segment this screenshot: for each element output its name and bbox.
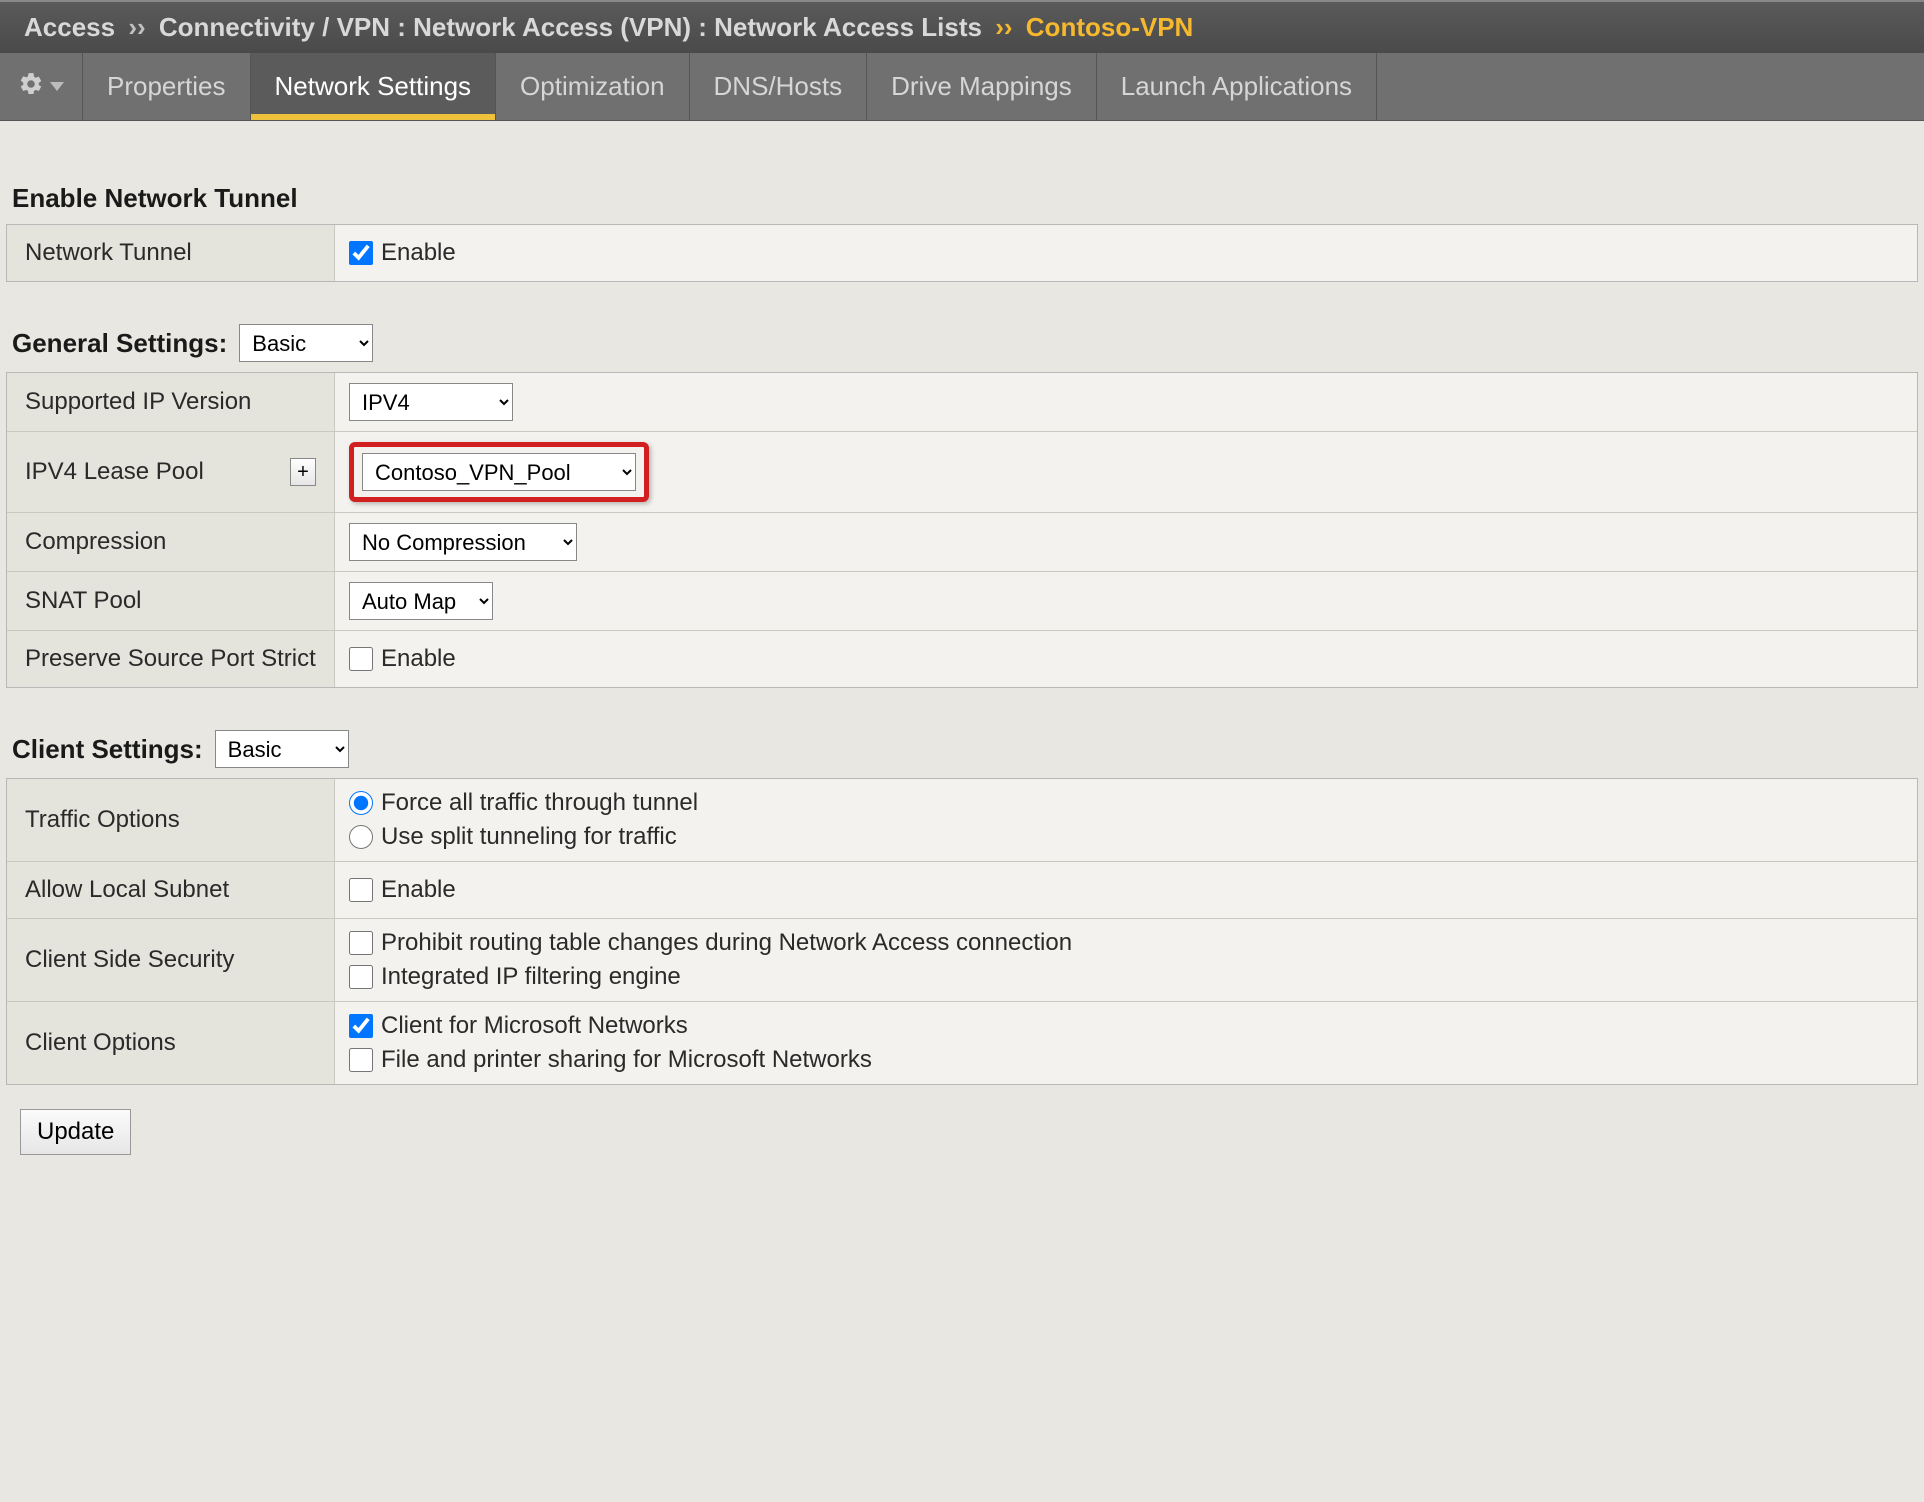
compression-select[interactable]: No Compression bbox=[349, 523, 577, 561]
row-client-options: Client Options Client for Microsoft Netw… bbox=[7, 1001, 1917, 1084]
ip-filter-label: Integrated IP filtering engine bbox=[381, 963, 681, 991]
tab-launch-applications[interactable]: Launch Applications bbox=[1097, 53, 1377, 120]
checkbox-wrapper[interactable]: Prohibit routing table changes during Ne… bbox=[349, 929, 1903, 957]
ms-networks-label: Client for Microsoft Networks bbox=[381, 1012, 688, 1040]
checkbox-wrapper[interactable]: Client for Microsoft Networks bbox=[349, 1012, 1903, 1040]
update-button[interactable]: Update bbox=[20, 1109, 131, 1155]
row-allow-local: Allow Local Subnet Enable bbox=[7, 861, 1917, 918]
table-general-settings: Supported IP Version IPV4 IPV4 Lease Poo… bbox=[6, 372, 1918, 688]
file-printer-label: File and printer sharing for Microsoft N… bbox=[381, 1046, 872, 1074]
label-network-tunnel: Network Tunnel bbox=[7, 225, 335, 281]
file-printer-checkbox[interactable] bbox=[349, 1048, 373, 1072]
radio-wrapper[interactable]: Force all traffic through tunnel bbox=[349, 789, 1903, 817]
label-client-security: Client Side Security bbox=[7, 919, 335, 1001]
row-client-security: Client Side Security Prohibit routing ta… bbox=[7, 918, 1917, 1001]
ip-filter-checkbox[interactable] bbox=[349, 965, 373, 989]
preserve-port-checkbox-label: Enable bbox=[381, 645, 456, 673]
table-client-settings: Traffic Options Force all traffic throug… bbox=[6, 778, 1918, 1085]
section-title-client: Client Settings: bbox=[12, 734, 203, 765]
section-title-general: General Settings: bbox=[12, 328, 227, 359]
breadcrumb: Access ›› Connectivity / VPN : Network A… bbox=[0, 0, 1924, 53]
prohibit-routing-label: Prohibit routing table changes during Ne… bbox=[381, 929, 1072, 957]
ip-version-select[interactable]: IPV4 bbox=[349, 383, 513, 421]
checkbox-wrapper[interactable]: File and printer sharing for Microsoft N… bbox=[349, 1046, 1903, 1074]
row-lease-pool: IPV4 Lease Pool + Contoso_VPN_Pool bbox=[7, 431, 1917, 512]
lease-pool-select[interactable]: Contoso_VPN_Pool bbox=[362, 453, 636, 491]
label-compression: Compression bbox=[7, 513, 335, 571]
row-network-tunnel: Network Tunnel Enable bbox=[7, 225, 1917, 281]
table-enable-tunnel: Network Tunnel Enable bbox=[6, 224, 1918, 282]
snat-pool-select[interactable]: Auto Map bbox=[349, 582, 493, 620]
breadcrumb-leaf[interactable]: Contoso-VPN bbox=[1026, 12, 1194, 42]
prohibit-routing-checkbox[interactable] bbox=[349, 931, 373, 955]
allow-local-checkbox-label: Enable bbox=[381, 876, 456, 904]
label-client-options: Client Options bbox=[7, 1002, 335, 1084]
row-ip-version: Supported IP Version IPV4 bbox=[7, 373, 1917, 431]
traffic-split-label: Use split tunneling for traffic bbox=[381, 823, 677, 851]
tab-dns-hosts[interactable]: DNS/Hosts bbox=[690, 53, 868, 120]
network-tunnel-checkbox-label: Enable bbox=[381, 239, 456, 267]
tab-drive-mappings[interactable]: Drive Mappings bbox=[867, 53, 1097, 120]
label-ip-version: Supported IP Version bbox=[7, 373, 335, 431]
breadcrumb-sep-icon: ›› bbox=[128, 12, 145, 42]
row-snat-pool: SNAT Pool Auto Map bbox=[7, 571, 1917, 630]
tab-network-settings[interactable]: Network Settings bbox=[251, 53, 497, 120]
content: Enable Network Tunnel Network Tunnel Ena… bbox=[0, 121, 1924, 1175]
traffic-split-radio[interactable] bbox=[349, 825, 373, 849]
client-mode-select[interactable]: Basic bbox=[215, 730, 349, 768]
label-allow-local: Allow Local Subnet bbox=[7, 862, 335, 918]
settings-menu-button[interactable] bbox=[0, 53, 83, 120]
row-preserve-port: Preserve Source Port Strict Enable bbox=[7, 630, 1917, 687]
traffic-force-label: Force all traffic through tunnel bbox=[381, 789, 698, 817]
checkbox-wrapper[interactable]: Enable bbox=[349, 239, 1903, 267]
label-preserve-port: Preserve Source Port Strict bbox=[7, 631, 335, 687]
label-lease-pool: IPV4 Lease Pool bbox=[25, 458, 204, 486]
checkbox-wrapper[interactable]: Enable bbox=[349, 876, 1903, 904]
checkbox-wrapper[interactable]: Integrated IP filtering engine bbox=[349, 963, 1903, 991]
gear-icon bbox=[18, 71, 44, 103]
row-traffic-options: Traffic Options Force all traffic throug… bbox=[7, 779, 1917, 861]
section-title-enable-tunnel: Enable Network Tunnel bbox=[12, 183, 1918, 214]
chevron-down-icon bbox=[50, 82, 64, 91]
highlight-box: Contoso_VPN_Pool bbox=[349, 442, 649, 502]
add-lease-pool-button[interactable]: + bbox=[290, 458, 316, 486]
traffic-force-radio[interactable] bbox=[349, 791, 373, 815]
breadcrumb-sep-icon: ›› bbox=[995, 12, 1012, 42]
tab-optimization[interactable]: Optimization bbox=[496, 53, 690, 120]
tabs-bar: Properties Network Settings Optimization… bbox=[0, 53, 1924, 121]
checkbox-wrapper[interactable]: Enable bbox=[349, 645, 1903, 673]
allow-local-checkbox[interactable] bbox=[349, 878, 373, 902]
network-tunnel-checkbox[interactable] bbox=[349, 241, 373, 265]
label-snat-pool: SNAT Pool bbox=[7, 572, 335, 630]
tab-properties[interactable]: Properties bbox=[83, 53, 251, 120]
radio-wrapper[interactable]: Use split tunneling for traffic bbox=[349, 823, 1903, 851]
general-mode-select[interactable]: Basic bbox=[239, 324, 373, 362]
breadcrumb-path[interactable]: Connectivity / VPN : Network Access (VPN… bbox=[159, 12, 982, 42]
row-compression: Compression No Compression bbox=[7, 512, 1917, 571]
label-traffic-options: Traffic Options bbox=[7, 779, 335, 861]
ms-networks-checkbox[interactable] bbox=[349, 1014, 373, 1038]
preserve-port-checkbox[interactable] bbox=[349, 647, 373, 671]
breadcrumb-root[interactable]: Access bbox=[24, 12, 115, 42]
